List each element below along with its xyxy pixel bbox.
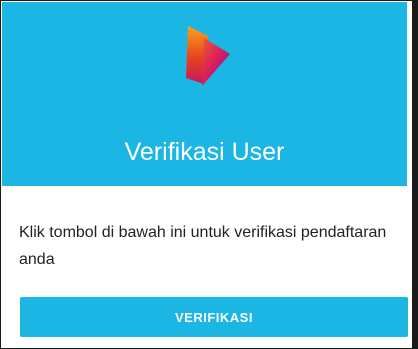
verify-button[interactable]: VERIFIKASI	[20, 297, 408, 337]
page-title: Verifikasi User	[124, 138, 285, 166]
header-banner: Verifikasi User	[2, 2, 407, 186]
instruction-text: Klik tombol di bawah ini untuk verifikas…	[19, 224, 387, 268]
verification-card: Verifikasi User Klik tombol di bawah ini…	[0, 0, 418, 349]
play-logo-icon	[186, 26, 230, 86]
